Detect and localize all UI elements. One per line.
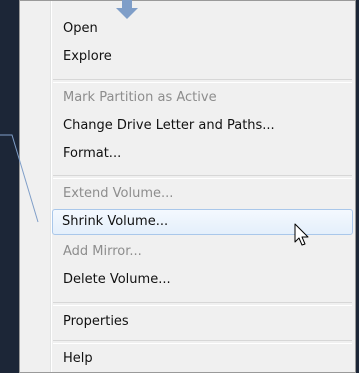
menu-separator: [53, 302, 352, 306]
menu-item-format[interactable]: Format...: [53, 141, 352, 167]
screen: Open Explore Mark Partition as Active Ch…: [0, 0, 359, 373]
menu-item-shrink-volume[interactable]: Shrink Volume...: [52, 209, 353, 235]
context-menu: Open Explore Mark Partition as Active Ch…: [19, 0, 356, 373]
menu-icon-gutter: [20, 1, 52, 372]
menu-item-explore[interactable]: Explore: [53, 44, 352, 70]
menu-item-extend-volume: Extend Volume...: [63, 186, 174, 201]
menu-item-open[interactable]: Open: [53, 16, 352, 42]
menu-item-mark-partition-active: Mark Partition as Active: [63, 90, 217, 105]
menu-separator: [53, 79, 352, 83]
menu-item-properties[interactable]: Properties: [53, 309, 352, 335]
menu-item-change-drive-letter[interactable]: Change Drive Letter and Paths...: [53, 113, 352, 139]
menu-item-help[interactable]: Help: [53, 346, 352, 372]
menu-item-delete-volume[interactable]: Delete Volume...: [53, 267, 352, 293]
menu-separator: [53, 175, 352, 179]
menu-item-add-mirror: Add Mirror...: [63, 244, 142, 259]
menu-separator: [53, 340, 352, 344]
